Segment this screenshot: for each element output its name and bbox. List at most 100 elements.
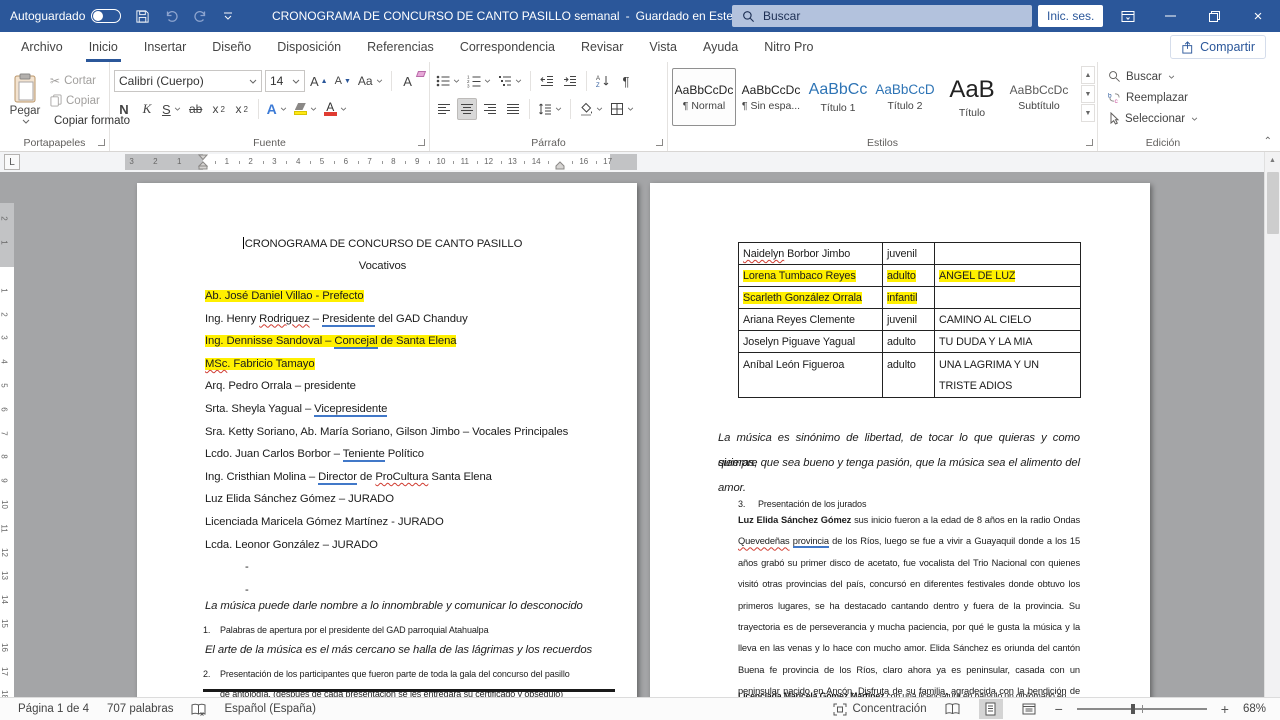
styles-scroll-up-icon[interactable]: ▲ (1081, 66, 1095, 84)
tab-nitro-pro[interactable]: Nitro Pro (751, 32, 826, 62)
web-layout-button[interactable] (1017, 699, 1041, 719)
word-count[interactable]: 707 palabras (107, 703, 174, 715)
minimize-button[interactable] (1148, 0, 1192, 32)
search-input[interactable]: Buscar (732, 5, 1032, 27)
table-cell[interactable]: Lorena Tumbaco Reyes (739, 265, 883, 287)
cut-button[interactable]: ✂Cortar (50, 72, 105, 89)
subscript-button[interactable]: x2 (209, 98, 229, 120)
proofing-status-icon[interactable] (191, 703, 206, 716)
table-cell[interactable]: ANGEL DE LUZ (935, 265, 1081, 287)
zoom-out-button[interactable]: − (1055, 701, 1063, 717)
highlight-color-button[interactable] (292, 98, 319, 120)
table-cell[interactable]: Joselyn Piguave Yagual (739, 331, 883, 353)
find-button[interactable]: Buscar (1108, 66, 1224, 87)
bold-button[interactable]: N (114, 98, 134, 120)
align-right-button[interactable] (480, 98, 500, 120)
read-mode-button[interactable] (941, 699, 965, 719)
font-color-button[interactable]: A (322, 98, 349, 120)
clipboard-dialog-launcher-icon[interactable] (98, 139, 105, 146)
styles-more-icon[interactable]: ▼ (1081, 104, 1095, 122)
page-2[interactable]: Naidelyn Borbor JimbojuvenilLorena Tumba… (650, 183, 1150, 697)
zoom-slider[interactable] (1077, 708, 1207, 710)
autosave-toggle[interactable]: Autoguardado (10, 9, 121, 23)
style-card--normal[interactable]: AaBbCcDc¶ Normal (672, 68, 736, 126)
italic-button[interactable]: K (137, 98, 157, 120)
sign-in-button[interactable]: Inic. ses. (1038, 5, 1103, 27)
page-1[interactable]: CRONOGRAMA DE CONCURSO DE CANTO PASILLO … (137, 183, 637, 697)
redo-icon[interactable] (193, 9, 208, 24)
superscript-button[interactable]: x2 (232, 98, 252, 120)
multilevel-list-button[interactable] (496, 70, 524, 92)
indent-markers-icon[interactable] (198, 154, 208, 170)
focus-mode-button[interactable]: Concentración (833, 703, 926, 716)
tab-diseño[interactable]: Diseño (199, 32, 264, 62)
format-painter-button[interactable]: Copiar formato (50, 112, 105, 129)
quick-access-menu-icon[interactable] (222, 10, 234, 22)
print-layout-button[interactable] (979, 699, 1003, 719)
text-effects-button[interactable]: A (265, 98, 289, 120)
increase-indent-button[interactable] (560, 70, 580, 92)
tab-ayuda[interactable]: Ayuda (690, 32, 751, 62)
justify-button[interactable] (503, 98, 523, 120)
right-indent-marker-icon[interactable] (555, 161, 565, 170)
replace-button[interactable]: bc Reemplazar (1108, 87, 1224, 108)
strikethrough-button[interactable]: ab (186, 98, 206, 120)
shading-button[interactable] (577, 98, 605, 120)
table-cell[interactable] (935, 243, 1081, 265)
table-cell[interactable]: infantil (883, 287, 935, 309)
paragraph-dialog-launcher-icon[interactable] (656, 139, 663, 146)
tab-revisar[interactable]: Revisar (568, 32, 636, 62)
restore-button[interactable] (1192, 0, 1236, 32)
scroll-up-icon[interactable]: ▲ (1265, 152, 1280, 168)
clear-formatting-button[interactable]: A (398, 70, 418, 92)
align-center-button[interactable] (457, 98, 477, 120)
table-cell[interactable]: Scarleth González Orrala (739, 287, 883, 309)
styles-scroll-down-icon[interactable]: ▼ (1081, 85, 1095, 103)
zoom-level[interactable]: 68% (1243, 703, 1266, 715)
save-icon[interactable] (135, 9, 150, 24)
page-indicator[interactable]: Página 1 de 4 (18, 703, 89, 715)
sort-button[interactable]: AZ (593, 70, 613, 92)
ribbon-display-options-icon[interactable] (1108, 0, 1148, 32)
paste-button[interactable]: Pegar (4, 66, 46, 130)
align-left-button[interactable] (434, 98, 454, 120)
tab-inicio[interactable]: Inicio (76, 32, 131, 62)
style-card--sin-espa-[interactable]: AaBbCcDc¶ Sin espa... (739, 68, 803, 126)
tab-disposición[interactable]: Disposición (264, 32, 354, 62)
table-cell[interactable]: Aníbal León Figueroa (739, 353, 883, 398)
line-spacing-button[interactable] (536, 98, 564, 120)
font-dialog-launcher-icon[interactable] (418, 139, 425, 146)
styles-dialog-launcher-icon[interactable] (1086, 139, 1093, 146)
horizontal-ruler[interactable]: 32112345678910111213141617 (125, 154, 637, 170)
zoom-slider-thumb[interactable] (1131, 704, 1135, 714)
tab-stop-selector[interactable]: L (4, 154, 20, 170)
language-indicator[interactable]: Español (España) (224, 703, 315, 715)
bullets-button[interactable] (434, 70, 462, 92)
style-card-subtítulo[interactable]: AaBbCcDcSubtítulo (1007, 68, 1071, 126)
tab-vista[interactable]: Vista (636, 32, 690, 62)
change-case-button[interactable]: Aa (356, 70, 385, 92)
tab-referencias[interactable]: Referencias (354, 32, 447, 62)
table-cell[interactable]: Naidelyn Borbor Jimbo (739, 243, 883, 265)
grow-font-button[interactable]: A▲ (308, 70, 330, 92)
tab-insertar[interactable]: Insertar (131, 32, 199, 62)
share-button[interactable]: Compartir (1170, 35, 1266, 59)
table-cell[interactable]: juvenil (883, 309, 935, 331)
document-area[interactable]: 21123456789101112131415161718 CRONOGRAMA… (0, 172, 1280, 697)
table-cell[interactable]: juvenil (883, 243, 935, 265)
table-cell[interactable]: adulto (883, 353, 935, 398)
style-card-título[interactable]: AaBTítulo (940, 68, 1004, 126)
autosave-switch[interactable] (91, 9, 121, 23)
zoom-in-button[interactable]: + (1221, 701, 1229, 717)
tab-correspondencia[interactable]: Correspondencia (447, 32, 568, 62)
table-cell[interactable]: CAMINO AL CIELO (935, 309, 1081, 331)
decrease-indent-button[interactable] (537, 70, 557, 92)
table-cell[interactable]: TU DUDA Y LA MIA (935, 331, 1081, 353)
select-button[interactable]: Seleccionar (1108, 108, 1224, 129)
style-card-título-1[interactable]: AaBbCcTítulo 1 (806, 68, 870, 126)
style-card-título-2[interactable]: AaBbCcDTítulo 2 (873, 68, 937, 126)
close-button[interactable]: × (1236, 0, 1280, 32)
numbering-button[interactable]: 123 (465, 70, 493, 92)
show-formatting-button[interactable]: ¶ (616, 70, 636, 92)
collapse-ribbon-icon[interactable]: ⌃ (1264, 136, 1272, 147)
